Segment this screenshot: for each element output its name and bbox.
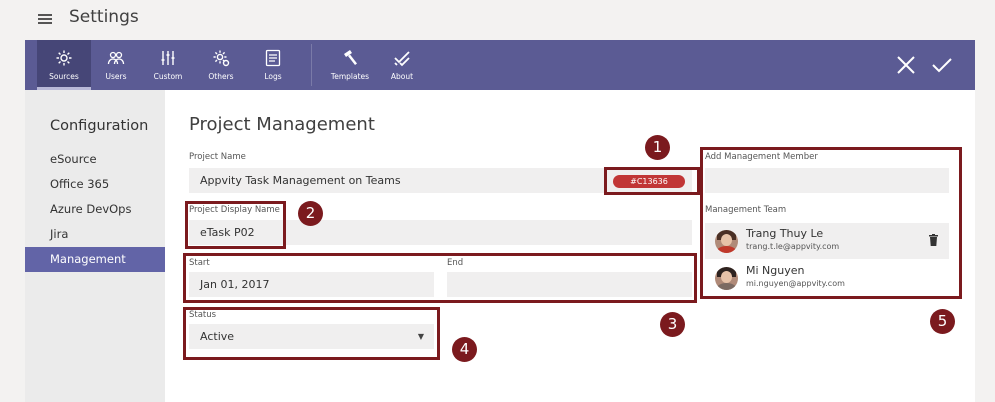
others-gear-icon: [213, 50, 230, 67]
settings-toolbar: Sources Users Custom Others Logs Templat…: [25, 40, 975, 90]
hamburger-menu-icon[interactable]: [38, 14, 52, 24]
app-title: Settings: [69, 7, 139, 27]
callout-marker-4: 4: [452, 337, 477, 362]
close-button[interactable]: [895, 54, 917, 76]
page-title: Project Management: [189, 114, 375, 135]
callout-marker-3: 3: [660, 312, 685, 337]
users-icon: [107, 51, 125, 65]
title-bar: Settings: [0, 0, 995, 40]
callout-box-1: [604, 167, 700, 195]
tab-label: Sources: [49, 72, 79, 81]
save-button[interactable]: [931, 54, 953, 76]
callout-marker-5: 5: [930, 309, 955, 334]
configuration-nav: Configuration eSource Office 365 Azure D…: [25, 90, 165, 402]
callout-box-2: [185, 201, 286, 249]
tab-label: Others: [208, 72, 234, 81]
project-name-label: Project Name: [189, 152, 246, 162]
nav-item-esource[interactable]: eSource: [25, 147, 165, 172]
tab-users[interactable]: Users: [89, 40, 143, 90]
tab-logs[interactable]: Logs: [246, 40, 300, 90]
callout-box-3: [183, 253, 697, 303]
close-icon: [897, 56, 915, 74]
checkmark-icon: [932, 58, 952, 73]
tab-templates[interactable]: Templates: [323, 40, 377, 90]
templates-icon: [344, 50, 357, 65]
logs-icon: [265, 49, 281, 67]
custom-sliders-icon: [161, 51, 175, 65]
tab-others[interactable]: Others: [194, 40, 248, 90]
nav-item-azure-devops[interactable]: Azure DevOps: [25, 197, 165, 222]
toolbar-divider: [311, 44, 312, 86]
nav-heading: Configuration: [50, 118, 149, 134]
callout-box-4: [183, 307, 440, 360]
nav-item-jira[interactable]: Jira: [25, 222, 165, 247]
sources-gear-icon: [56, 50, 72, 66]
callout-box-5: [700, 147, 962, 299]
callout-marker-2: 2: [298, 201, 323, 226]
tab-label: Logs: [264, 72, 282, 81]
tab-label: About: [390, 72, 414, 81]
tab-label: Custom: [153, 72, 183, 81]
callout-marker-1: 1: [645, 135, 670, 160]
tab-about[interactable]: About: [375, 40, 429, 90]
tab-custom[interactable]: Custom: [141, 40, 195, 90]
nav-item-management[interactable]: Management: [25, 247, 165, 272]
tab-sources[interactable]: Sources: [37, 40, 91, 90]
tab-label: Users: [105, 72, 127, 81]
nav-item-office-365[interactable]: Office 365: [25, 172, 165, 197]
tab-label: Templates: [330, 72, 370, 81]
project-name-value: Appvity Task Management on Teams: [200, 174, 401, 187]
about-icon: [394, 51, 410, 67]
